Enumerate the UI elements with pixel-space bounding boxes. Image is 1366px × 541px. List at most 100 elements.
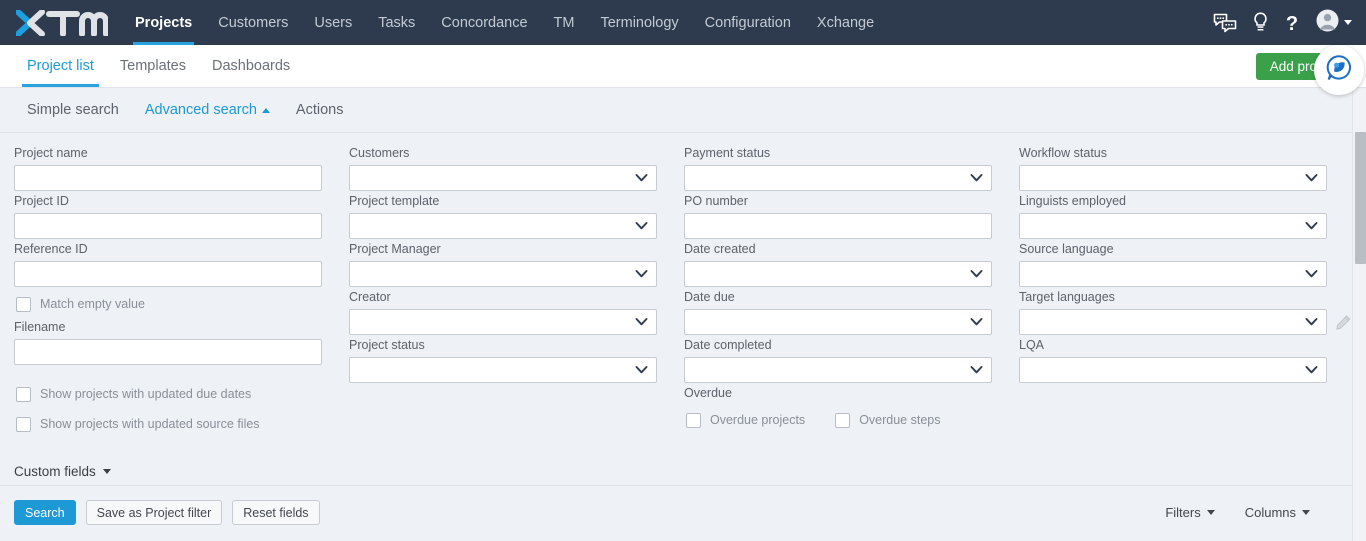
filename-input[interactable] (14, 339, 322, 365)
chevron-down-icon (635, 171, 648, 186)
field-date-due: Date due (684, 289, 1019, 335)
chevron-down-icon (1305, 267, 1318, 282)
date-due-select[interactable] (684, 309, 992, 335)
lqa-select[interactable] (1019, 357, 1327, 383)
chat-icon[interactable] (1213, 13, 1237, 33)
advanced-search-tab[interactable]: Advanced search (132, 102, 283, 118)
field-creator: Creator (349, 289, 684, 335)
tab-label: Templates (119, 58, 186, 74)
nav-item-configuration[interactable]: Configuration (692, 0, 804, 45)
chevron-down-icon (1344, 20, 1352, 25)
project-status-select[interactable] (349, 357, 657, 383)
nav-label: Projects (135, 14, 193, 31)
match-empty-value-checkbox[interactable] (16, 296, 31, 312)
nav-item-tm[interactable]: TM (541, 0, 588, 45)
nav-item-terminology[interactable]: Terminology (587, 0, 691, 45)
checkbox-updated-source-files[interactable]: Show projects with updated source files (16, 409, 349, 439)
lightbulb-icon[interactable] (1253, 12, 1268, 33)
simple-search-label: Simple search (27, 102, 119, 118)
creator-select[interactable] (349, 309, 657, 335)
nav-item-concordance[interactable]: Concordance (428, 0, 540, 45)
pencil-icon[interactable] (1333, 310, 1353, 334)
custom-fields-toggle[interactable]: Custom fields (14, 464, 111, 479)
chevron-down-icon (1302, 510, 1310, 515)
filters-label: Filters (1165, 505, 1201, 520)
source-language-label: Source language (1019, 242, 1114, 256)
nav-item-users[interactable]: Users (301, 0, 365, 45)
updated-source-files-checkbox[interactable] (16, 416, 31, 432)
customers-select[interactable] (349, 165, 657, 191)
overdue-steps-checkbox[interactable] (835, 412, 851, 428)
date-completed-select[interactable] (684, 357, 992, 383)
xtm-logo[interactable] (0, 0, 122, 45)
field-target-languages: Target languages (1019, 289, 1364, 335)
field-project-name: Project name (14, 145, 349, 191)
support-chat-widget[interactable] (1314, 45, 1364, 95)
target-languages-select[interactable] (1019, 309, 1327, 335)
field-project-id: Project ID (14, 193, 349, 239)
reset-fields-button[interactable]: Reset fields (232, 500, 320, 525)
field-date-completed: Date completed (684, 337, 1019, 383)
project-name-input[interactable] (14, 165, 322, 191)
overdue-projects-checkbox[interactable] (686, 412, 701, 428)
date-created-label: Date created (684, 242, 756, 256)
nav-item-xchange[interactable]: Xchange (804, 0, 887, 45)
filters-dropdown[interactable]: Filters (1165, 505, 1215, 520)
subtab-bar: Project list Templates Dashboards Add pr… (0, 45, 1366, 88)
payment-status-label: Payment status (684, 146, 771, 160)
simple-search-tab[interactable]: Simple search (14, 102, 132, 118)
avatar-menu[interactable] (1316, 9, 1352, 37)
project-template-select[interactable] (349, 213, 657, 239)
chevron-down-icon (970, 267, 983, 282)
field-source-language: Source language (1019, 241, 1364, 287)
actions-menu[interactable]: Actions (283, 102, 357, 118)
field-project-manager: Project Manager (349, 241, 684, 287)
scrollbar-thumb[interactable] (1355, 132, 1366, 264)
page-scrollbar[interactable] (1352, 89, 1366, 541)
save-as-project-filter-button[interactable]: Save as Project filter (85, 500, 223, 525)
nav-item-customers[interactable]: Customers (205, 0, 301, 45)
po-number-input[interactable] (684, 213, 992, 239)
chevron-down-icon (1305, 171, 1318, 186)
source-language-select[interactable] (1019, 261, 1327, 287)
tab-label: Project list (27, 58, 94, 74)
chevron-down-icon (635, 267, 648, 282)
field-linguists-employed: Linguists employed (1019, 193, 1364, 239)
updated-due-dates-checkbox[interactable] (16, 386, 31, 402)
overdue-label: Overdue (684, 386, 732, 400)
field-workflow-status: Workflow status (1019, 145, 1364, 191)
bottom-right-actions: Filters Columns (1165, 505, 1352, 520)
chevron-down-icon (102, 469, 111, 474)
target-languages-row (1019, 309, 1364, 335)
date-due-label: Date due (684, 290, 735, 304)
checkbox-match-empty-value[interactable]: Match empty value (16, 289, 349, 319)
workflow-status-select[interactable] (1019, 165, 1327, 191)
form-action-bar: Search Save as Project filter Reset fiel… (0, 485, 1366, 539)
project-manager-label: Project Manager (349, 242, 441, 256)
payment-status-select[interactable] (684, 165, 992, 191)
project-id-input[interactable] (14, 213, 322, 239)
navbar-actions: ? (1213, 0, 1366, 45)
field-lqa: LQA (1019, 337, 1364, 383)
checkbox-updated-due-dates[interactable]: Show projects with updated due dates (16, 379, 349, 409)
tab-project-list[interactable]: Project list (14, 45, 107, 87)
nav-label: Xchange (816, 14, 875, 31)
date-created-select[interactable] (684, 261, 992, 287)
linguists-employed-select[interactable] (1019, 213, 1327, 239)
help-icon[interactable]: ? (1284, 12, 1300, 34)
tab-dashboards[interactable]: Dashboards (199, 45, 303, 87)
checkbox-overdue-steps[interactable]: Overdue steps (835, 405, 940, 435)
search-button[interactable]: Search (14, 500, 76, 525)
nav-label: Concordance (441, 14, 528, 31)
project-manager-select[interactable] (349, 261, 657, 287)
nav-item-projects[interactable]: Projects (122, 0, 205, 45)
nav-item-tasks[interactable]: Tasks (365, 0, 428, 45)
chevron-down-icon (635, 315, 648, 330)
reference-id-input[interactable] (14, 261, 322, 287)
tab-templates[interactable]: Templates (107, 45, 199, 87)
reference-id-label: Reference ID (14, 242, 88, 256)
checkbox-overdue-projects[interactable]: Overdue projects (686, 405, 805, 435)
project-template-label: Project template (349, 194, 440, 208)
columns-dropdown[interactable]: Columns (1245, 505, 1310, 520)
